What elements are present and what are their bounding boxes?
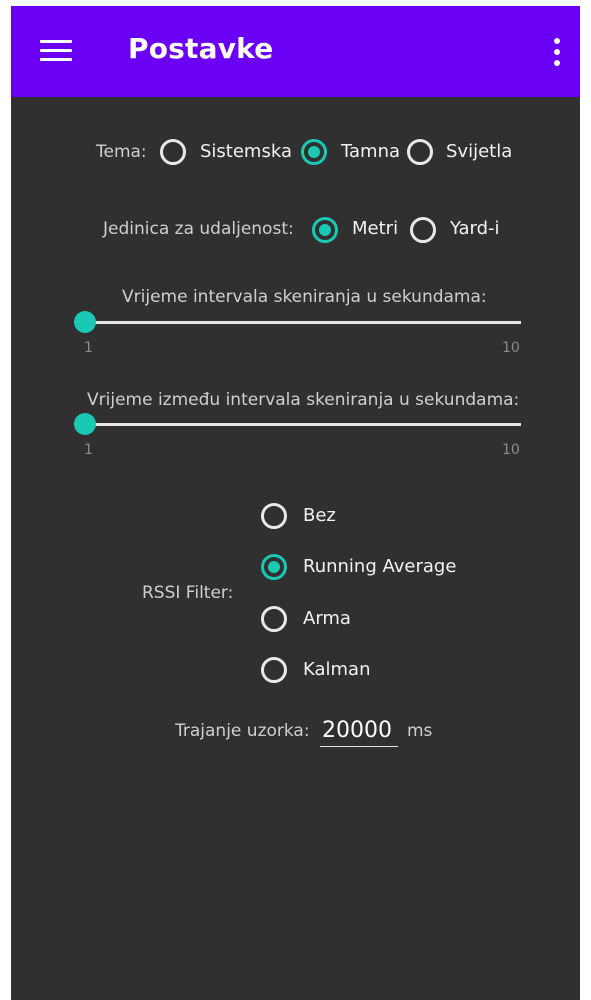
rssi-option-running-average-label[interactable]: Running Average — [303, 556, 456, 577]
distance-unit-label: Jedinica za udaljenost: — [103, 219, 294, 239]
theme-option-system-label[interactable]: Sistemska — [200, 141, 292, 162]
hamburger-menu-icon[interactable] — [40, 40, 72, 62]
theme-radio-light[interactable] — [407, 139, 433, 165]
scan-interval-max: 10 — [502, 340, 520, 356]
rssi-radio-none[interactable] — [261, 503, 287, 529]
rssi-radio-running-average[interactable] — [261, 554, 287, 580]
sample-duration-label: Trajanje uzorka: — [175, 721, 310, 741]
scan-gap-label: Vrijeme između intervala skeniranja u se… — [87, 390, 520, 410]
sample-duration-unit: ms — [407, 721, 433, 741]
scan-gap-slider[interactable] — [86, 423, 521, 426]
rssi-radio-kalman[interactable] — [261, 657, 287, 683]
theme-option-light-label[interactable]: Svijetla — [446, 141, 512, 162]
theme-radio-dark[interactable] — [301, 139, 327, 165]
rssi-option-arma-label[interactable]: Arma — [303, 608, 351, 629]
scan-interval-slider-thumb[interactable] — [74, 311, 96, 333]
theme-option-dark-label[interactable]: Tamna — [341, 141, 400, 162]
scan-gap-min: 1 — [84, 442, 93, 458]
scan-gap-max: 10 — [502, 442, 520, 458]
app-bar: Postavke — [11, 6, 580, 97]
theme-radio-system[interactable] — [160, 139, 186, 165]
distance-option-yards-label[interactable]: Yard-i — [450, 218, 500, 239]
more-vert-icon[interactable] — [549, 36, 565, 68]
scan-gap-slider-thumb[interactable] — [74, 413, 96, 435]
scan-interval-label: Vrijeme intervala skeniranja u sekundama… — [122, 287, 487, 307]
distance-radio-meters[interactable] — [312, 217, 338, 243]
rssi-filter-label: RSSI Filter: — [142, 583, 234, 603]
rssi-option-none-label[interactable]: Bez — [303, 505, 336, 526]
distance-radio-yards[interactable] — [410, 217, 436, 243]
scan-interval-slider[interactable] — [86, 321, 521, 324]
scan-interval-min: 1 — [84, 340, 93, 356]
rssi-radio-arma[interactable] — [261, 606, 287, 632]
rssi-option-kalman-label[interactable]: Kalman — [303, 659, 371, 680]
settings-screen: Postavke Tema: Sistemska Tamna Svijetla … — [11, 6, 580, 1000]
sample-duration-input[interactable] — [320, 717, 398, 747]
distance-option-meters-label[interactable]: Metri — [352, 218, 398, 239]
page-title: Postavke — [128, 32, 274, 65]
theme-label: Tema: — [96, 142, 147, 162]
